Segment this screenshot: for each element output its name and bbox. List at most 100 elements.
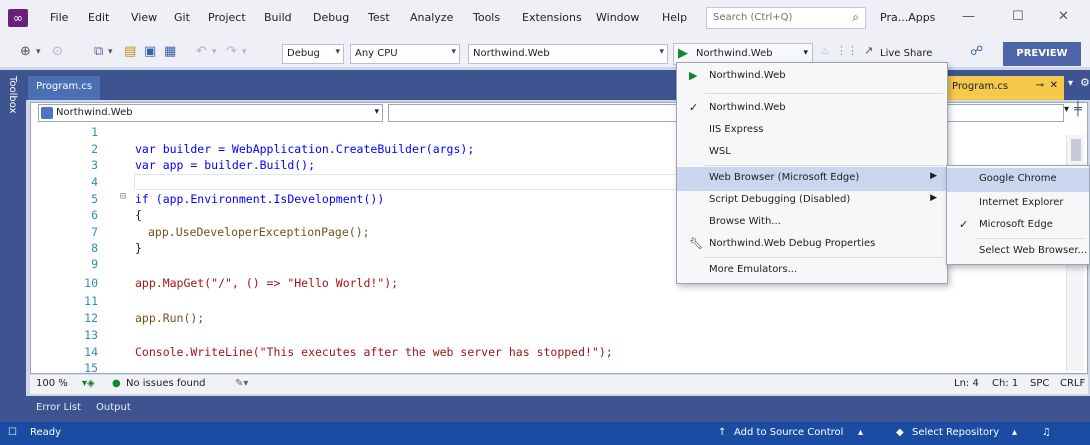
scrollbar-thumb[interactable] bbox=[1071, 139, 1081, 161]
menu-item-web-browser[interactable]: Web Browser (Microsoft Edge) ▶ bbox=[677, 167, 947, 191]
menu-item-browse-with[interactable]: Browse With... bbox=[677, 211, 947, 235]
tab-output[interactable]: Output bbox=[96, 402, 131, 413]
submenu-arrow-icon: ▶ bbox=[930, 171, 937, 181]
tab-program-cs[interactable]: Program.cs bbox=[28, 76, 101, 100]
menu-debug[interactable]: Debug bbox=[313, 11, 349, 24]
back-dropdown-icon[interactable]: ▾ bbox=[36, 47, 41, 57]
save-icon[interactable]: ▣ bbox=[144, 44, 156, 59]
feedback-icon[interactable]: ☍ bbox=[970, 44, 983, 59]
menu-item-internet-explorer[interactable]: Internet Explorer bbox=[947, 192, 1089, 216]
play-icon: ▶ bbox=[678, 46, 688, 61]
menu-item-iis-express[interactable]: IIS Express bbox=[677, 119, 947, 143]
startup-project-select[interactable]: Northwind.Web ▾ bbox=[468, 44, 668, 64]
menu-help[interactable]: Help bbox=[662, 11, 687, 24]
menu-item-select-web-browser[interactable]: Select Web Browser... bbox=[947, 240, 1089, 264]
search-placeholder: Search (Ctrl+Q) bbox=[713, 12, 793, 23]
pin-icon[interactable]: ⊸ bbox=[1036, 80, 1044, 91]
menu-analyze[interactable]: Analyze bbox=[410, 11, 453, 24]
undo-icon[interactable]: ↶ bbox=[196, 44, 207, 59]
line-indicator: Ln: 4 bbox=[954, 378, 979, 389]
open-file-icon[interactable]: ▤ bbox=[124, 44, 136, 59]
menu-item-debug-properties[interactable]: 🔧︎ Northwind.Web Debug Properties bbox=[677, 233, 947, 257]
close-icon[interactable]: ✕ bbox=[1058, 9, 1069, 24]
menu-item-northwind-web-profile[interactable]: ✓ Northwind.Web bbox=[677, 97, 947, 121]
new-item-icon[interactable]: ⧉ bbox=[94, 44, 103, 59]
line-ending-indicator[interactable]: CRLF bbox=[1060, 378, 1085, 389]
toolbox-strip[interactable]: Toolbox bbox=[0, 70, 26, 400]
issues-status[interactable]: No issues found bbox=[126, 378, 206, 389]
new-item-dropdown-icon[interactable]: ▾ bbox=[108, 47, 113, 57]
code-text: } bbox=[135, 241, 142, 255]
hot-reload-icon[interactable]: ♨ bbox=[820, 44, 830, 57]
redo-icon[interactable]: ↷ bbox=[226, 44, 237, 59]
csharp-project-icon bbox=[41, 107, 53, 119]
menu-extensions[interactable]: Extensions bbox=[522, 11, 582, 24]
menu-separator bbox=[705, 165, 943, 166]
menu-item-google-chrome[interactable]: Google Chrome bbox=[947, 168, 1089, 192]
menu-edit[interactable]: Edit bbox=[88, 11, 109, 24]
menu-item-wsl[interactable]: WSL bbox=[677, 141, 947, 165]
code-line: app.UseDeveloperExceptionPage(); bbox=[148, 225, 370, 239]
chevron-down-icon[interactable]: ▾ bbox=[803, 48, 808, 58]
navigate-forward-icon[interactable]: ⊙ bbox=[52, 44, 63, 59]
notification-icon[interactable]: ☐ bbox=[8, 427, 17, 438]
menu-item-label: Internet Explorer bbox=[979, 197, 1064, 208]
configuration-select[interactable]: Debug ▾ bbox=[282, 44, 344, 64]
startup-project-value: Northwind.Web bbox=[473, 48, 550, 59]
status-bar: ☐ Ready ↑ Add to Source Control ▴ ◆ Sele… bbox=[0, 422, 1090, 445]
column-indicator: Ch: 1 bbox=[992, 378, 1019, 389]
code-cleanup-icon[interactable]: ▾◈ bbox=[82, 378, 95, 389]
menu-git[interactable]: Git bbox=[174, 11, 190, 24]
live-share-button[interactable]: Live Share bbox=[880, 48, 932, 59]
menu-tools[interactable]: Tools bbox=[473, 11, 500, 24]
collapse-region-icon[interactable]: ⊟ bbox=[120, 191, 126, 202]
menu-file[interactable]: File bbox=[50, 11, 68, 24]
code-line: var app = builder.Build(); bbox=[135, 158, 315, 172]
split-window-icon[interactable]: ╪ bbox=[1074, 102, 1082, 117]
code-line: if (app.Environment.IsDevelopment()) bbox=[135, 192, 384, 206]
tab-program-cs-pinned[interactable]: Program.cs ⊸ ✕ bbox=[946, 76, 1064, 100]
menu-item-label: Microsoft Edge bbox=[979, 219, 1053, 230]
bell-icon[interactable]: ♫ bbox=[1042, 427, 1051, 438]
menu-item-microsoft-edge[interactable]: ✓ Microsoft Edge bbox=[947, 214, 1089, 238]
search-input[interactable]: Search (Ctrl+Q) ⌕ bbox=[706, 7, 866, 29]
menu-item-more-emulators[interactable]: More Emulators... bbox=[677, 259, 947, 283]
live-share-icon[interactable]: ↗ bbox=[864, 44, 873, 57]
menu-item-script-debugging[interactable]: Script Debugging (Disabled) ▶ bbox=[677, 189, 947, 213]
save-all-icon[interactable]: ▦ bbox=[164, 44, 176, 59]
whitespace-indicator[interactable]: SPC bbox=[1030, 378, 1049, 389]
project-navigation-select[interactable]: Northwind.Web ▾ bbox=[38, 104, 383, 122]
menu-item-label: Browse With... bbox=[709, 216, 781, 227]
code-line: var builder = WebApplication.CreateBuild… bbox=[135, 142, 474, 156]
minimize-icon[interactable]: — bbox=[962, 9, 975, 24]
select-repository[interactable]: Select Repository bbox=[912, 427, 999, 438]
menu-item-label: Northwind.Web bbox=[709, 102, 786, 113]
line-number: 2 bbox=[91, 142, 98, 156]
line-number: 14 bbox=[84, 345, 98, 359]
chevron-down-icon[interactable]: ▾ bbox=[1064, 104, 1069, 115]
navigate-back-icon[interactable]: ⊕ bbox=[20, 44, 31, 59]
menu-build[interactable]: Build bbox=[264, 11, 292, 24]
code-text: { bbox=[135, 208, 142, 222]
menu-item-label: WSL bbox=[709, 146, 731, 157]
zoom-level[interactable]: 100 % bbox=[36, 378, 68, 389]
menu-window[interactable]: Window bbox=[596, 11, 639, 24]
undo-dropdown-icon[interactable]: ▾ bbox=[212, 47, 217, 57]
close-icon[interactable]: ✕ bbox=[1050, 80, 1058, 91]
platform-select[interactable]: Any CPU ▾ bbox=[350, 44, 460, 64]
menu-project[interactable]: Project bbox=[208, 11, 246, 24]
redo-dropdown-icon[interactable]: ▾ bbox=[242, 47, 247, 57]
tab-error-list[interactable]: Error List bbox=[36, 402, 81, 413]
menu-test[interactable]: Test bbox=[368, 11, 390, 24]
menu-view[interactable]: View bbox=[131, 11, 157, 24]
menu-item-northwind-web-launch[interactable]: ▶ Northwind.Web bbox=[677, 65, 947, 89]
menu-item-label: Web Browser (Microsoft Edge) bbox=[709, 172, 860, 183]
maximize-icon[interactable]: ☐ bbox=[1012, 9, 1024, 24]
settings-gear-icon[interactable]: ⚙ bbox=[1080, 76, 1090, 89]
brush-icon[interactable]: ✎▾ bbox=[235, 378, 248, 389]
menu-item-label: Script Debugging (Disabled) bbox=[709, 194, 851, 205]
add-to-source-control[interactable]: Add to Source Control bbox=[734, 427, 843, 438]
toolbar-overflow-icon[interactable]: ⋮⋮ bbox=[836, 44, 858, 57]
tab-dropdown-icon[interactable]: ▾ bbox=[1068, 78, 1073, 89]
preview-button[interactable]: PREVIEW bbox=[1003, 42, 1081, 66]
